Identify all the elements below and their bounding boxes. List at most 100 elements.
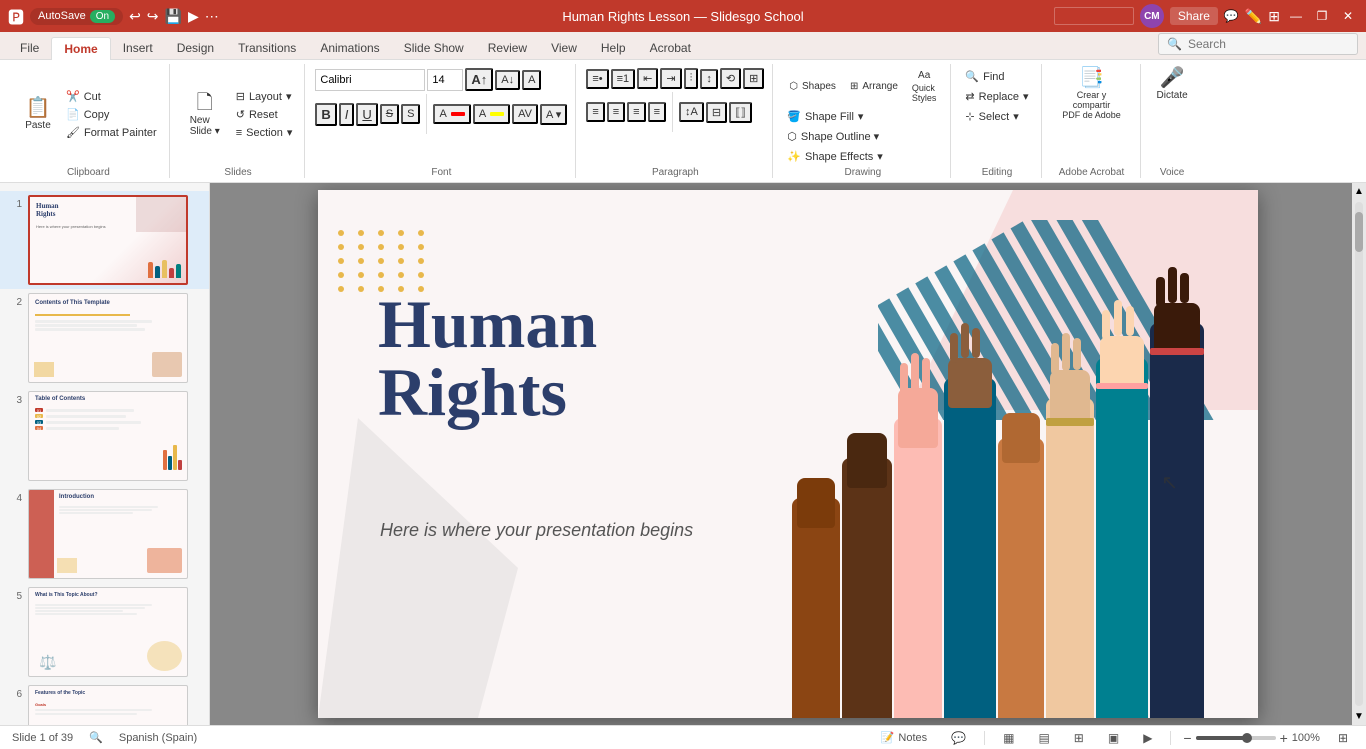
clear-format-btn[interactable]: A [522, 70, 541, 90]
scroll-down-btn[interactable]: ▼ [1351, 708, 1366, 725]
tab-review[interactable]: Review [476, 37, 539, 59]
text-dir-btn[interactable]: ↕A [679, 102, 704, 122]
font-increase-btn[interactable]: A↑ [465, 68, 493, 91]
font-size-inline-btn[interactable]: A ▾ [540, 104, 567, 125]
restore-btn[interactable]: ❐ [1312, 6, 1332, 26]
scroll-thumb[interactable] [1355, 212, 1363, 252]
line-spacing-btn[interactable]: ↕ [700, 69, 718, 89]
font-decrease-btn[interactable]: A↓ [495, 70, 520, 90]
tab-design[interactable]: Design [165, 37, 226, 59]
dictate-btn[interactable]: 🎤 Dictate [1151, 64, 1194, 105]
align-right-btn[interactable]: ≡ [627, 102, 645, 122]
autosave-toggle[interactable]: AutoSave On [30, 8, 123, 25]
highlight-btn[interactable]: A [473, 104, 510, 124]
slide-thumb-3[interactable]: 3 Table of Contents 01 02 03 [0, 387, 209, 485]
bullets-btn[interactable]: ≡• [586, 69, 608, 89]
increase-indent-btn[interactable]: ⇥ [660, 68, 681, 89]
customize-btn[interactable]: ⋯ [205, 8, 219, 25]
zoom-slider[interactable] [1196, 736, 1276, 740]
shape-fill-btn[interactable]: 🪣 Shape Fill ▾ [783, 108, 867, 125]
strikethrough-btn[interactable]: S [380, 104, 399, 124]
align-text-btn[interactable]: ⊟ [706, 102, 727, 123]
comments-btn[interactable]: 💬 [945, 729, 972, 747]
slide-thumb-1[interactable]: 1 HumanRights Here is where your present… [0, 191, 209, 289]
slide-canvas[interactable]: Human Rights Here is where your presenta… [318, 190, 1258, 718]
view-present-btn[interactable]: ▶ [1137, 729, 1158, 747]
crear-compartir-btn[interactable]: 📑 Crear y compartirPDF de Adobe [1052, 64, 1132, 124]
align-left-btn[interactable]: ≡ [586, 102, 604, 122]
text-shadow-btn[interactable]: S [401, 104, 420, 124]
comments-ribbon-btn[interactable]: 💬 [1224, 9, 1239, 23]
user-avatar[interactable]: CM [1140, 4, 1164, 28]
italic-btn[interactable]: I [339, 103, 355, 126]
smartart-btn[interactable]: ⊞ [743, 68, 764, 89]
reset-btn[interactable]: ↺ Reset [232, 106, 297, 123]
close-btn[interactable]: ✕ [1338, 6, 1358, 26]
slide-main-title[interactable]: Human Rights [378, 290, 597, 426]
replace-btn[interactable]: ⇄ Replace ▾ [961, 88, 1032, 105]
cut-btn[interactable]: ✂️ Cut [62, 88, 161, 105]
font-color-btn[interactable]: A [433, 104, 470, 124]
search-input[interactable] [1188, 37, 1349, 51]
direction-btn[interactable]: ⟲ [720, 68, 741, 89]
canvas-area[interactable]: Human Rights Here is where your presenta… [210, 183, 1366, 725]
quick-styles-btn[interactable]: Aa QuickStyles [906, 68, 943, 105]
slide-thumb-2[interactable]: 2 Contents of This Template [0, 289, 209, 387]
slide-thumb-5[interactable]: 5 What is This Topic About? ⚖️ [0, 583, 209, 681]
find-btn[interactable]: 🔍 Find [961, 68, 1032, 85]
zoom-thumb[interactable] [1242, 733, 1252, 743]
zoom-in-btn[interactable]: + [1280, 730, 1288, 746]
view-slide-sorter-btn[interactable]: ⊞ [1068, 729, 1090, 747]
font-size-input[interactable] [427, 69, 463, 91]
tab-transitions[interactable]: Transitions [226, 37, 308, 59]
shapes-btn[interactable]: ⬡ Shapes [783, 79, 842, 94]
underline-btn[interactable]: U [356, 103, 377, 126]
copy-btn[interactable]: 📄 Copy [62, 106, 161, 123]
align-center-btn[interactable]: ≡ [607, 102, 625, 122]
fit-slide-btn[interactable]: ⊞ [1332, 729, 1354, 747]
convert-smartart-btn[interactable]: ⟦⟧ [729, 102, 752, 123]
view-outline-btn[interactable]: ▤ [1032, 729, 1055, 747]
new-slide-btn[interactable]: 🗋 NewSlide ▾ [180, 89, 230, 141]
tab-slideshow[interactable]: Slide Show [392, 37, 476, 59]
pen-btn[interactable]: ✏️ [1245, 8, 1262, 25]
decrease-indent-btn[interactable]: ⇤ [637, 68, 658, 89]
layout-switch-btn[interactable]: ⊞ [1268, 8, 1280, 25]
font-name-input[interactable] [315, 69, 425, 91]
slide-thumb-6[interactable]: 6 Features of the Topic Goals 👥 [0, 681, 209, 725]
format-painter-btn[interactable]: 🖌 Format Painter [62, 124, 161, 141]
zoom-out-btn[interactable]: − [1183, 730, 1191, 746]
numbered-list-btn[interactable]: ≡1 [611, 69, 636, 89]
minimize-btn[interactable]: — [1286, 6, 1306, 26]
tab-home[interactable]: Home [51, 37, 110, 60]
arrange-btn[interactable]: ⊞ Arrange [844, 79, 904, 94]
notes-btn[interactable]: 📝 Notes [875, 729, 933, 746]
canvas-scrollbar[interactable]: ▲ ▼ [1352, 183, 1366, 725]
present-btn[interactable]: ▶ [188, 8, 199, 25]
select-btn[interactable]: ⊹ Select ▾ [961, 108, 1032, 125]
autosave-state[interactable]: On [90, 10, 115, 23]
tab-animations[interactable]: Animations [308, 37, 391, 59]
scroll-up-btn[interactable]: ▲ [1351, 183, 1366, 200]
tab-acrobat[interactable]: Acrobat [638, 37, 703, 59]
bold-btn[interactable]: B [315, 103, 336, 126]
slide-thumb-4[interactable]: 4 Introduction [0, 485, 209, 583]
slide-subtitle[interactable]: Here is where your presentation begins [380, 520, 693, 541]
view-reading-btn[interactable]: ▣ [1102, 729, 1125, 747]
tab-help[interactable]: Help [589, 37, 638, 59]
tab-view[interactable]: View [539, 37, 589, 59]
undo-btn[interactable]: ↩ [129, 8, 141, 25]
justify-btn[interactable]: ≡ [648, 102, 666, 122]
search-box[interactable]: 🔍 [1158, 33, 1358, 55]
redo-btn[interactable]: ↪ [147, 8, 159, 25]
columns-btn[interactable]: ⫶ [684, 68, 699, 89]
layout-btn[interactable]: ⊟ Layout ▾ [232, 88, 297, 105]
share-btn[interactable]: Share [1170, 7, 1218, 25]
char-spacing-btn[interactable]: AV [512, 104, 538, 124]
shape-effects-btn[interactable]: ✨ Shape Effects ▾ [783, 148, 887, 165]
save-btn[interactable]: 💾 [165, 8, 182, 25]
view-normal-btn[interactable]: ▦ [997, 729, 1020, 747]
shape-outline-btn[interactable]: ⬡ Shape Outline ▾ [783, 128, 883, 145]
paste-btn[interactable]: 📋 Paste [16, 94, 60, 135]
section-btn[interactable]: ≡ Section ▾ [232, 124, 297, 141]
